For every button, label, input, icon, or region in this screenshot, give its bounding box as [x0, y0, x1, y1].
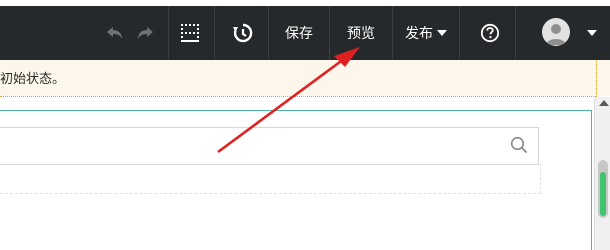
search-box	[0, 127, 539, 165]
save-button-label: 保存	[285, 26, 313, 42]
scrollbar-thumb-indicator	[600, 172, 606, 216]
scroll-up-arrow-icon[interactable]	[599, 100, 609, 106]
account-menu-caret-icon[interactable]	[584, 6, 600, 60]
preview-button[interactable]: 预览	[331, 6, 391, 60]
content-placeholder	[0, 163, 541, 194]
help-icon[interactable]	[478, 6, 502, 60]
search-input[interactable]	[0, 128, 480, 164]
notice-border	[0, 96, 596, 97]
notice-bar	[0, 60, 610, 96]
undo-icon[interactable]	[104, 6, 126, 60]
history-icon[interactable]	[230, 6, 256, 60]
search-icon[interactable]	[510, 136, 528, 154]
user-avatar-icon[interactable]	[542, 18, 570, 46]
toolbar-separator	[168, 6, 169, 60]
publish-button-label: 发布	[405, 26, 433, 42]
editor-frame-top	[0, 110, 592, 111]
grid-icon[interactable]	[178, 6, 202, 60]
editor-frame-right	[591, 110, 592, 250]
toolbar-separator	[392, 6, 393, 60]
toolbar-separator	[515, 6, 516, 60]
toolbar-separator	[268, 6, 269, 60]
redo-icon[interactable]	[134, 6, 156, 60]
top-toolbar: 保存 预览 发布	[0, 0, 610, 60]
toolbar-separator	[214, 6, 215, 60]
toolbar-separator	[459, 6, 460, 60]
toolbar-separator	[329, 6, 330, 60]
notice-text: 初始状态。	[0, 72, 66, 87]
notice-border-right	[596, 60, 597, 97]
publish-dropdown-button[interactable]: 发布	[394, 6, 458, 60]
caret-down-icon	[437, 30, 447, 36]
save-button[interactable]: 保存	[270, 6, 328, 60]
preview-button-label: 预览	[347, 26, 375, 42]
